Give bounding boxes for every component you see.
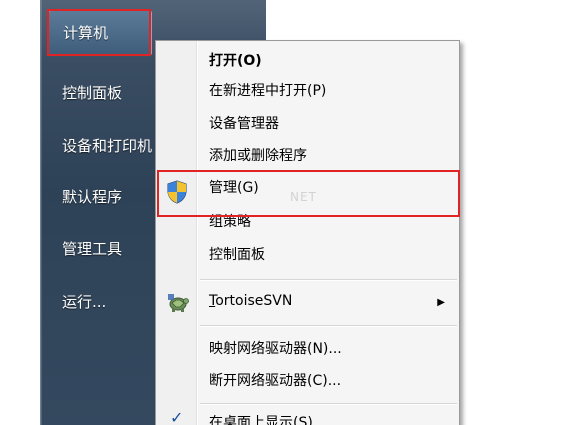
menu-item-control-panel-label: 控制面板	[209, 247, 265, 263]
start-item-devices-printers[interactable]: 设备和打印机	[62, 136, 152, 156]
menu-item-control-panel[interactable]: 控制面板	[209, 245, 265, 265]
menu-item-tortoisesvn-label: ortoiseSVN	[215, 293, 293, 309]
menu-item-open-label: 打开	[209, 53, 237, 69]
menu-item-open-new-process-key: (P)	[307, 83, 327, 99]
menu-item-map-network-drive-label: 映射网络驱动器	[209, 341, 307, 357]
start-item-run-label: 运行...	[62, 293, 107, 311]
start-item-run[interactable]: 运行...	[62, 292, 106, 312]
menu-item-device-manager-label: 设备管理器	[209, 116, 279, 132]
menu-separator	[200, 403, 457, 405]
menu-separator	[200, 325, 457, 327]
menu-item-open[interactable]: 打开(O)	[209, 51, 262, 71]
menu-item-open-key: (O)	[237, 53, 262, 69]
menu-item-open-new-process[interactable]: 在新进程中打开(P)	[209, 81, 326, 101]
start-item-control-panel-label: 控制面板	[62, 84, 123, 102]
context-menu: 打开(O) 在新进程中打开(P) 设备管理器 添加或删除程序 管理(G) 组策略…	[155, 40, 460, 425]
menu-item-add-remove-programs[interactable]: 添加或删除程序	[209, 146, 307, 166]
icon-gutter	[156, 41, 196, 425]
gutter-divider	[196, 41, 198, 425]
menu-item-map-network-drive-key: (N)...	[307, 341, 342, 357]
menu-item-add-remove-programs-label: 添加或删除程序	[209, 148, 307, 164]
menu-item-open-new-process-label: 在新进程中打开	[209, 83, 307, 99]
start-item-admin-tools[interactable]: 管理工具	[62, 239, 122, 259]
menu-item-tortoisesvn[interactable]: TortoiseSVN	[209, 291, 449, 311]
computer-highlight-box	[47, 9, 151, 56]
menu-item-show-on-desktop-key: (S)	[293, 415, 313, 425]
watermark: NET	[290, 190, 317, 204]
start-item-control-panel[interactable]: 控制面板	[62, 83, 122, 103]
menu-separator	[200, 279, 457, 281]
start-item-admin-tools-label: 管理工具	[62, 240, 123, 258]
menu-item-disconnect-network-drive-label: 断开网络驱动器	[209, 373, 307, 389]
menu-item-device-manager[interactable]: 设备管理器	[209, 114, 279, 134]
submenu-arrow-icon: ▶	[437, 297, 445, 308]
menu-item-disconnect-network-drive[interactable]: 断开网络驱动器(C)...	[209, 371, 341, 391]
menu-item-disconnect-network-drive-key: (C)...	[307, 373, 342, 389]
start-item-devices-printers-label: 设备和打印机	[62, 137, 153, 155]
tortoisesvn-icon	[168, 294, 189, 312]
start-item-default-programs[interactable]: 默认程序	[62, 187, 122, 207]
menu-item-map-network-drive[interactable]: 映射网络驱动器(N)...	[209, 339, 342, 359]
screen: 计算机 控制面板 设备和打印机 默认程序 管理工具 运行... 打开(O) 在新…	[0, 0, 565, 425]
start-item-default-programs-label: 默认程序	[62, 188, 123, 206]
checkmark-icon: ✓	[170, 408, 184, 425]
menu-item-show-on-desktop[interactable]: 在桌面上显示(S)	[209, 413, 313, 425]
menu-item-show-on-desktop-label: 在桌面上显示	[209, 415, 293, 425]
